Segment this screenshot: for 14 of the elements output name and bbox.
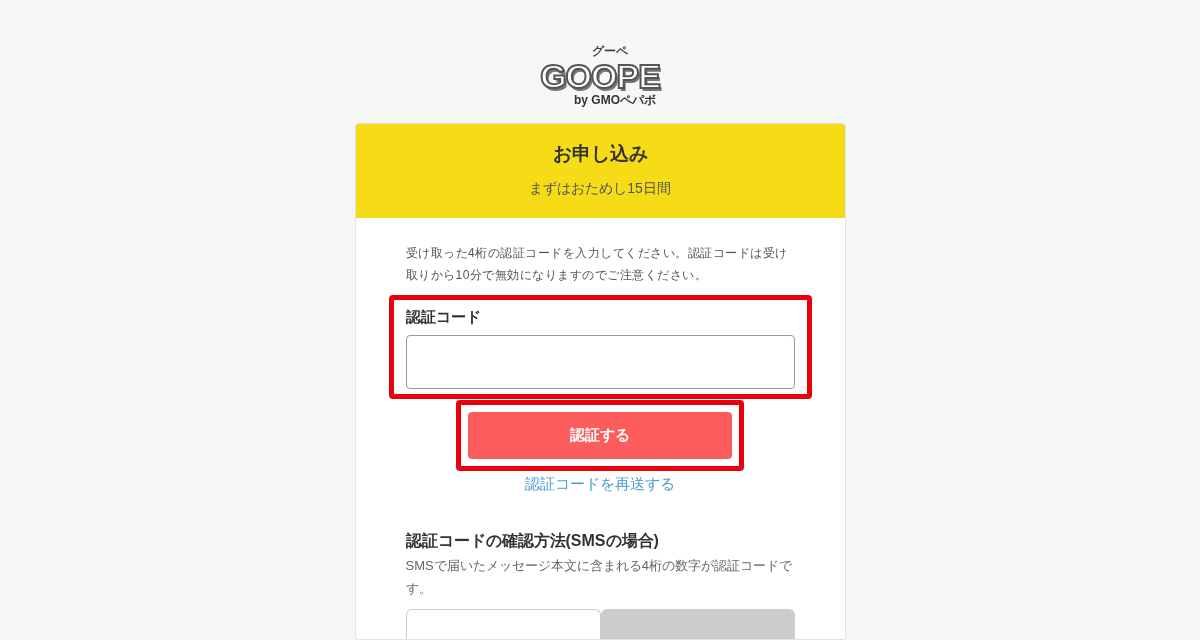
- logo-byline: by GMOペパボ: [574, 94, 656, 107]
- logo-wordmark: GOOPE: [540, 58, 660, 94]
- code-input-field[interactable]: [405, 334, 795, 389]
- field-label: 認証コード: [405, 306, 482, 327]
- tab[interactable]: [601, 609, 795, 639]
- card-title: お申し込み: [552, 141, 648, 166]
- section-heading: 認証コードの確認方法(SMSの場合): [405, 531, 660, 551]
- logo-kana: グーペ: [592, 44, 628, 58]
- resend-code-link[interactable]: 認証コードを再送する: [525, 472, 675, 495]
- help-text: SMSで届いたメッセージ本文に含まれる4桁の数字が認証コードです。: [405, 557, 793, 598]
- card-subtitle: まずはおためし15日間: [529, 178, 671, 198]
- verify-button[interactable]: 認証する: [468, 411, 732, 459]
- instruction-text: 受け取った4桁の認証コードを入力してください。認証コードは受け取りから10分で無効になりますのでご注意ください。: [404, 244, 789, 284]
- tab[interactable]: [405, 609, 601, 639]
